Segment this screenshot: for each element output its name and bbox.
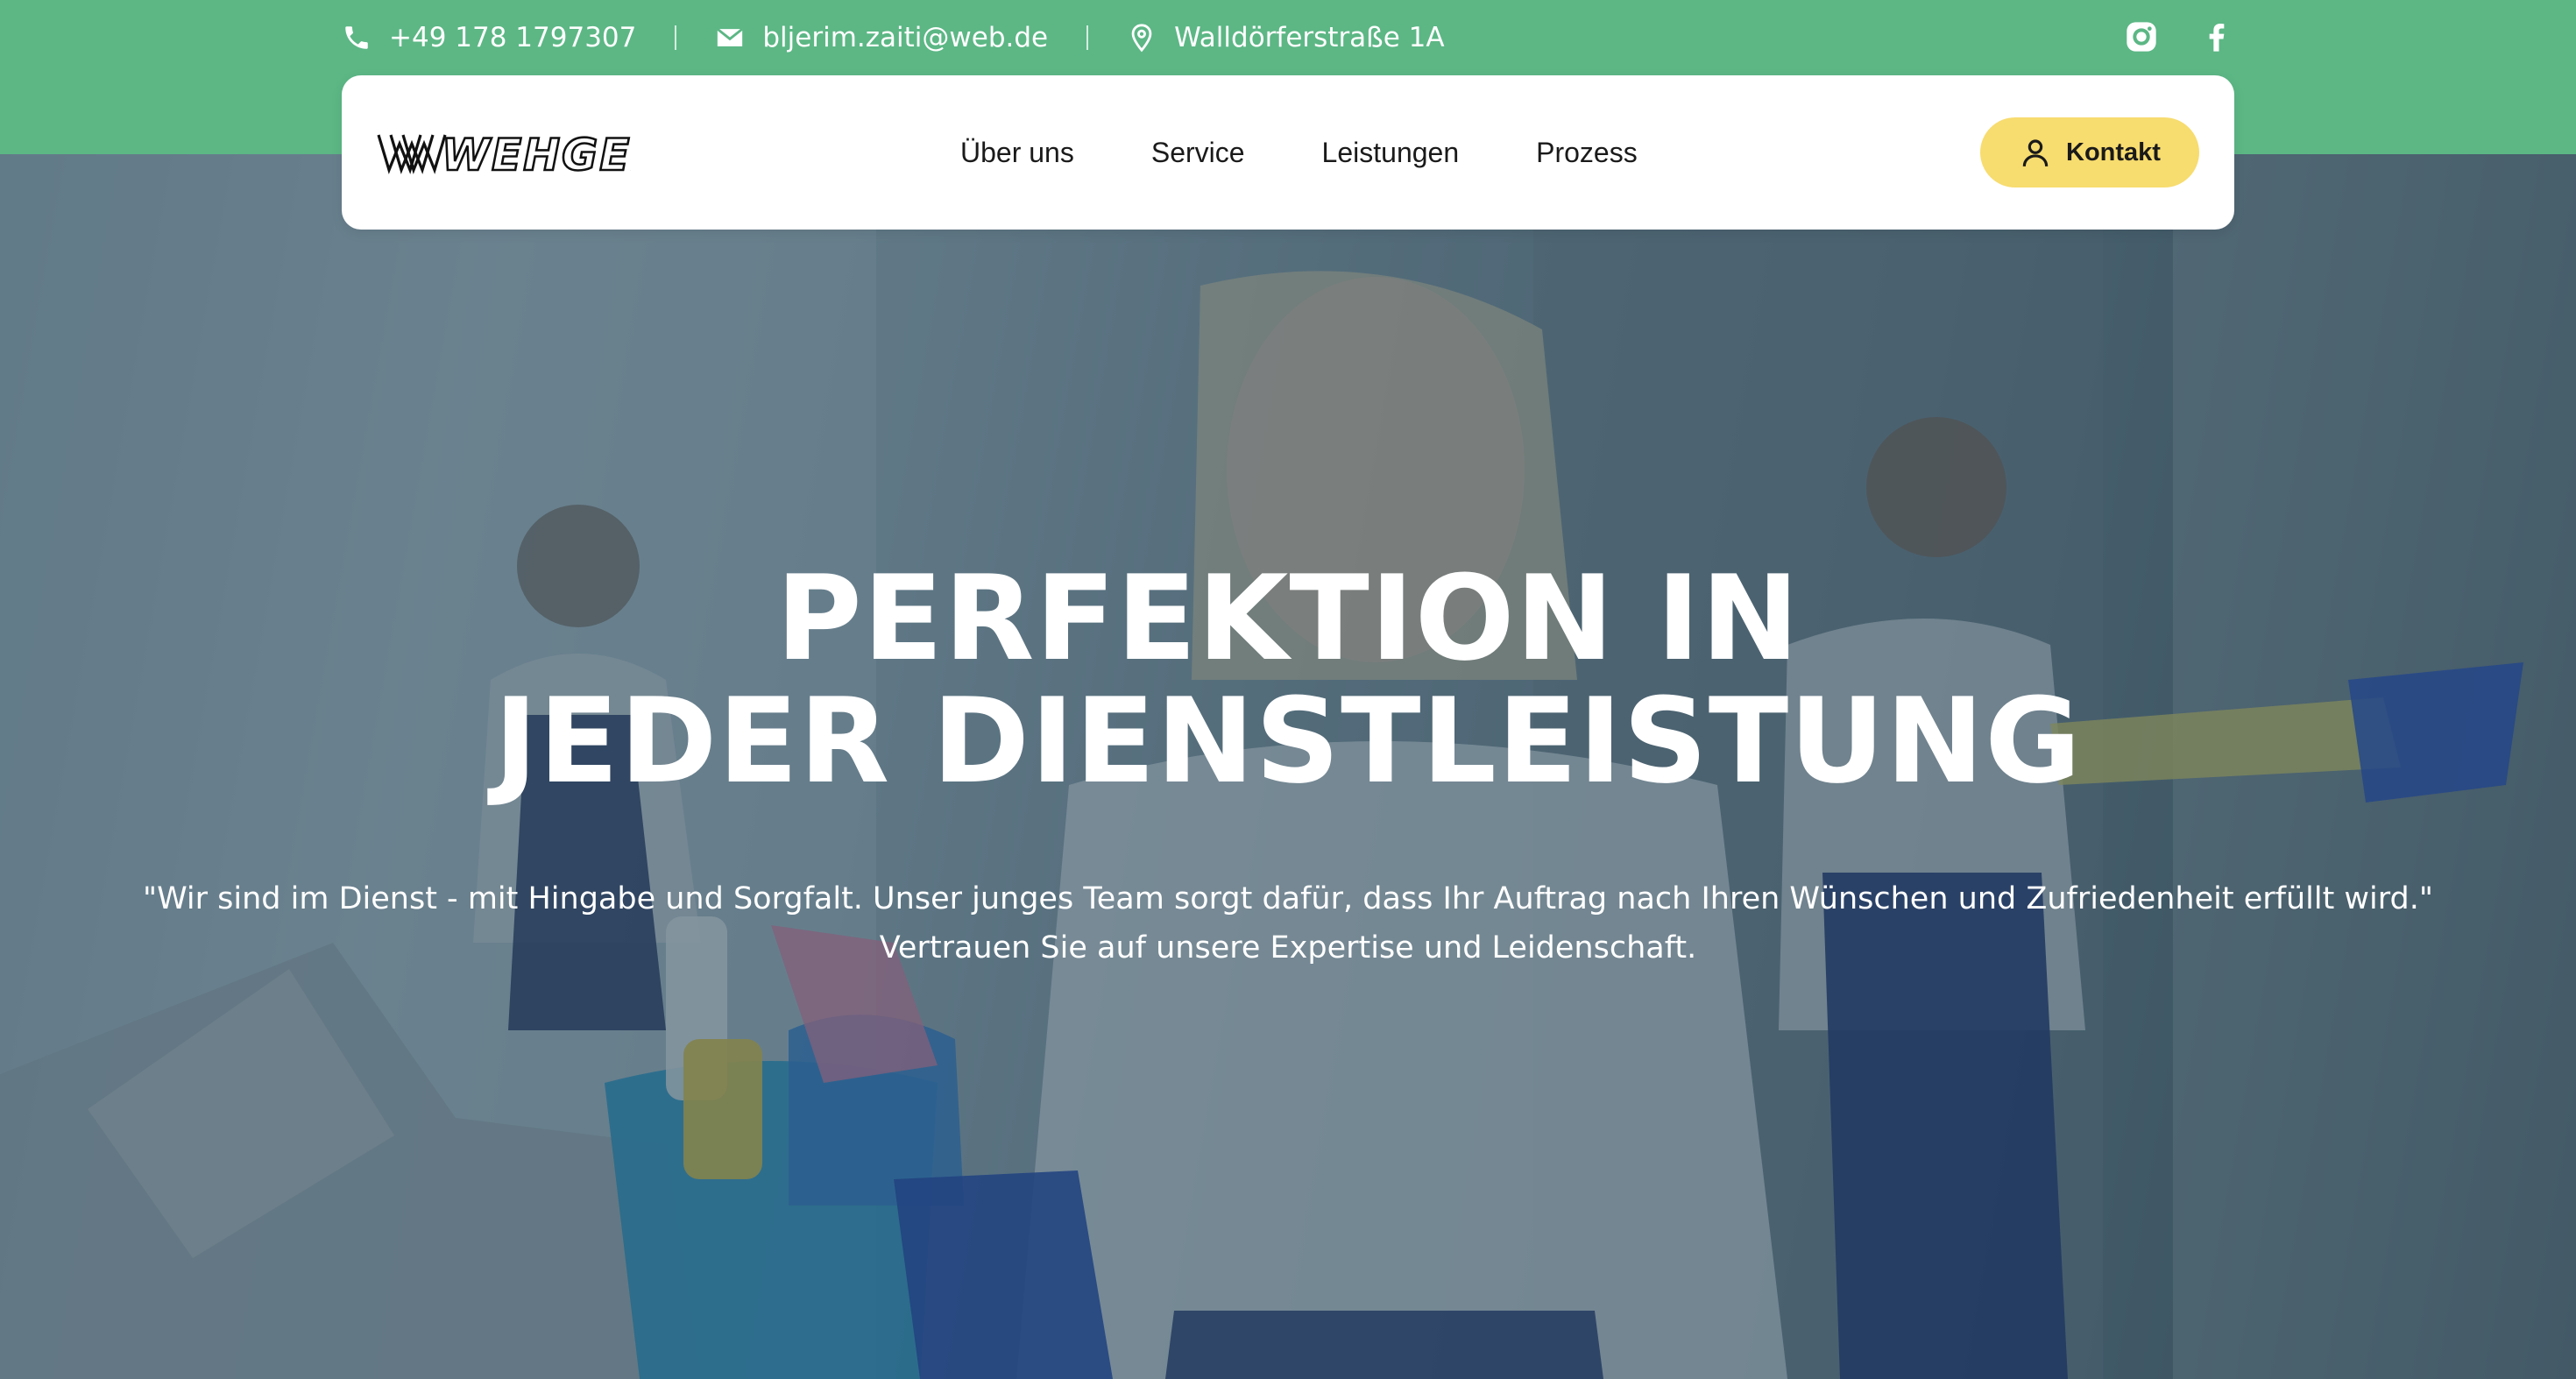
kontakt-button[interactable]: Kontakt (1980, 117, 2199, 187)
address-link[interactable]: Walldörferstraße 1A (1127, 22, 1445, 53)
nav-link-prozess[interactable]: Prozess (1536, 137, 1638, 169)
hero-title-line-2: JEDER DIENSTLEISTUNG (493, 673, 2083, 810)
hero-title: PERFEKTION IN JEDER DIENSTLEISTUNG (0, 557, 2576, 803)
contact-info: +49 178 1797307 bljerim.zaiti@web.de Wal… (342, 18, 1445, 58)
street-address: Walldörferstraße 1A (1174, 22, 1445, 53)
hero-title-line-1: PERFEKTION IN (775, 550, 1801, 687)
user-icon (2022, 139, 2049, 166)
instagram-icon[interactable] (2124, 19, 2159, 54)
logo-text: WEHGER (442, 130, 631, 177)
hero-subtitle: "Wir sind im Dienst - mit Hingabe und So… (105, 874, 2471, 972)
hero-subtitle-line-2: Vertrauen Sie auf unsere Expertise und L… (879, 930, 1697, 965)
nav-link-leistungen[interactable]: Leistungen (1322, 137, 1460, 169)
phone-link[interactable]: +49 178 1797307 (342, 22, 636, 53)
hero-section: PERFEKTION IN JEDER DIENSTLEISTUNG "Wir … (0, 154, 2576, 1379)
mail-icon (717, 27, 744, 46)
divider (1086, 25, 1089, 50)
nav-menu: Über uns Service Leistungen Prozess (960, 75, 1638, 230)
hero-subtitle-line-1: "Wir sind im Dienst - mit Hingabe und So… (142, 881, 2433, 916)
nav-link-service[interactable]: Service (1151, 137, 1245, 169)
social-links (2124, 19, 2234, 54)
kontakt-label: Kontakt (2066, 138, 2161, 166)
phone-icon (345, 26, 368, 49)
main-navbar: WEHGER Über uns Service Leistungen Proze… (342, 75, 2234, 230)
email-address: bljerim.zaiti@web.de (762, 22, 1049, 53)
phone-number: +49 178 1797307 (389, 22, 637, 53)
email-link[interactable]: bljerim.zaiti@web.de (715, 22, 1048, 53)
brand-logo[interactable]: WEHGER (377, 128, 631, 177)
divider (675, 25, 677, 50)
nav-link-ueber-uns[interactable]: Über uns (960, 137, 1074, 169)
facebook-icon[interactable] (2199, 19, 2234, 54)
location-pin-icon (1131, 24, 1152, 53)
